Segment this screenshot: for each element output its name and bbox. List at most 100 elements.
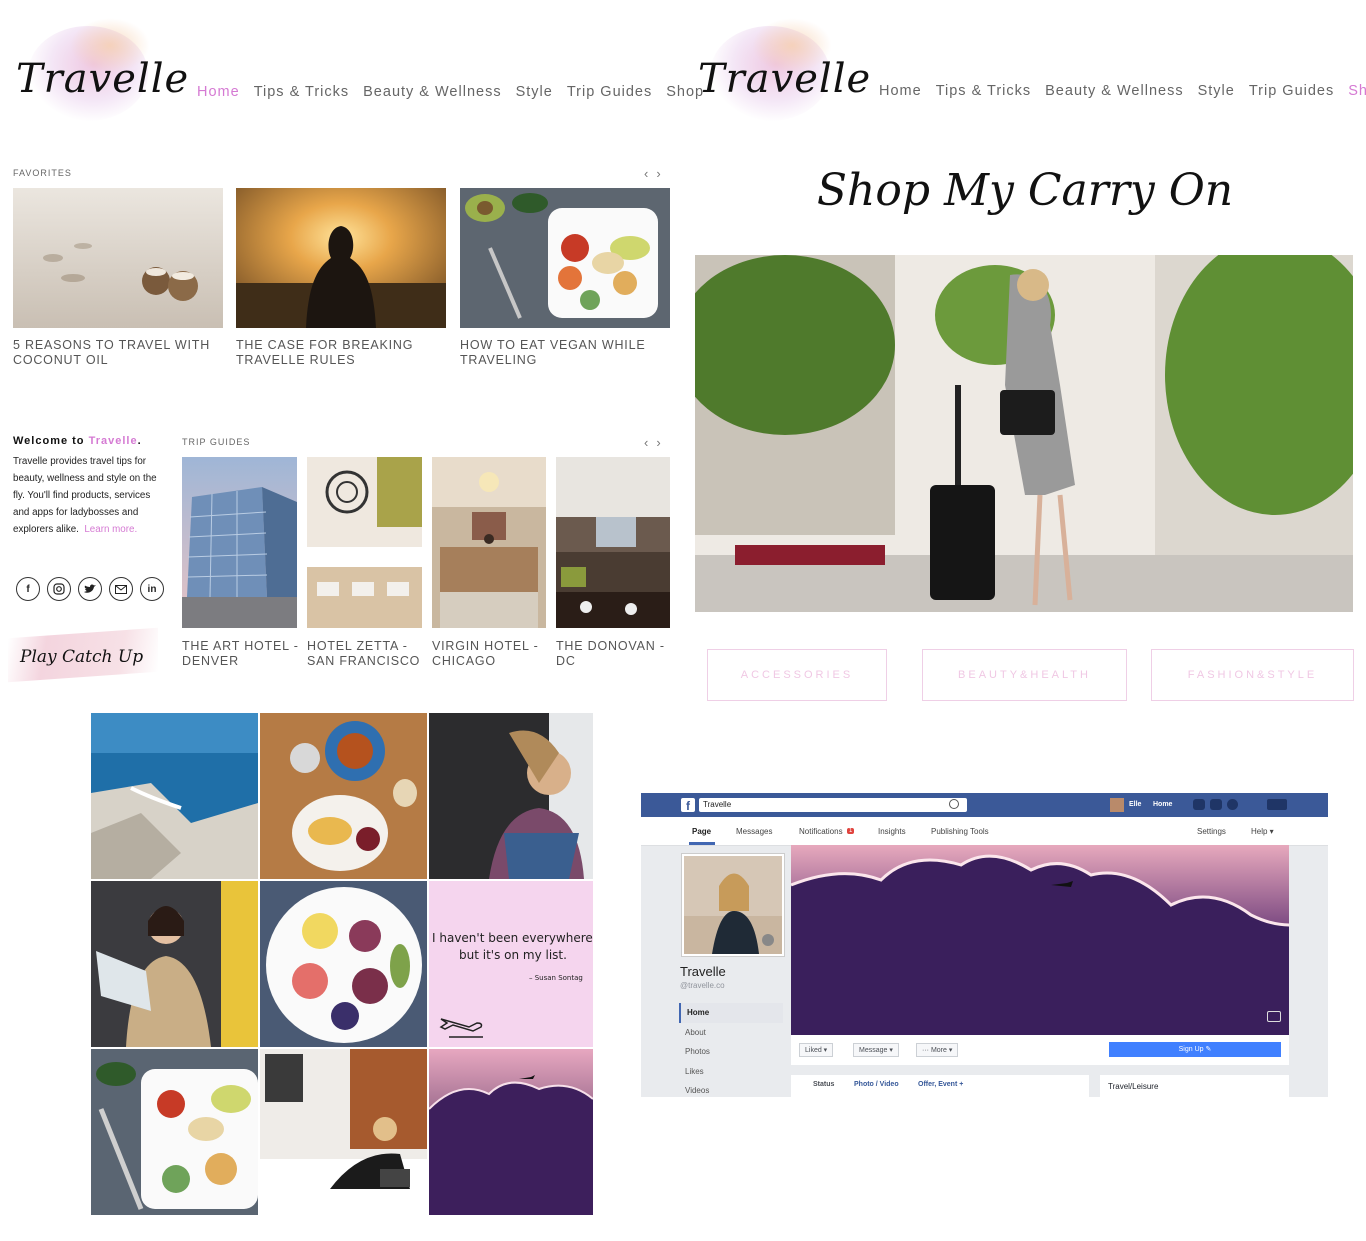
account-menu-icon[interactable]: [1267, 799, 1287, 810]
linkedin-icon[interactable]: in: [140, 577, 164, 601]
facebook-logo-icon[interactable]: f: [681, 798, 695, 813]
trip-guide-image-art-hotel[interactable]: [182, 457, 297, 628]
grid-photo-woman-window[interactable]: [429, 713, 593, 879]
trip-guide-caption[interactable]: VIRGIN HOTEL - CHICAGO: [432, 639, 552, 669]
facebook-search-input[interactable]: Travelle: [699, 798, 967, 812]
twitter-icon[interactable]: [78, 577, 102, 601]
trip-guide-image-virgin[interactable]: [432, 457, 546, 628]
camera-icon[interactable]: [1267, 1011, 1281, 1022]
composer-bar: Status Photo / Video Offer, Event +: [791, 1075, 1089, 1097]
grid-photo-coast[interactable]: [91, 713, 258, 879]
tab-page[interactable]: Page: [692, 827, 711, 836]
nav-style[interactable]: Style: [1198, 83, 1235, 99]
welcome-text: Travelle provides travel tips for beauty…: [13, 453, 163, 538]
category-beauty-health-button[interactable]: BEAUTY&HEALTH: [922, 649, 1127, 701]
about-card: Travel/Leisure: [1100, 1075, 1289, 1097]
favorite-caption[interactable]: HOW TO EAT VEGAN WHILE TRAVELING: [460, 338, 670, 368]
menu-about[interactable]: About: [679, 1023, 783, 1043]
prev-arrow-icon[interactable]: ‹: [644, 435, 656, 450]
grid-photo-taxi-reader[interactable]: [91, 881, 258, 1047]
play-catch-up-banner[interactable]: Play Catch Up: [8, 625, 163, 685]
message-button[interactable]: Message ▾: [853, 1043, 899, 1057]
logo-text: Travelle: [16, 56, 190, 102]
grid-photo-fruit-plate[interactable]: [260, 881, 427, 1047]
trip-guide-caption[interactable]: THE ART HOTEL - DENVER: [182, 639, 302, 669]
next-arrow-icon[interactable]: ›: [656, 166, 668, 181]
home-link[interactable]: Home: [1153, 801, 1172, 808]
trip-guide-image-donovan[interactable]: [556, 457, 670, 628]
globe-icon[interactable]: [1227, 799, 1238, 810]
search-icon[interactable]: [949, 799, 959, 809]
category-accessories-button[interactable]: ACCESSORIES: [707, 649, 887, 701]
tab-messages[interactable]: Messages: [736, 827, 772, 836]
photo-video-tab[interactable]: Photo / Video: [854, 1081, 899, 1088]
favorite-image-sunset[interactable]: [236, 188, 446, 328]
trip-guide-image-zetta[interactable]: [307, 457, 422, 628]
tab-insights[interactable]: Insights: [878, 827, 906, 836]
user-name-link[interactable]: Elle: [1129, 801, 1141, 808]
favorite-caption[interactable]: 5 REASONS TO TRAVEL WITH COCONUT OIL: [13, 338, 223, 368]
messages-icon[interactable]: [1210, 799, 1222, 810]
learn-more-link[interactable]: Learn more.: [84, 524, 137, 535]
nav-trip-guides[interactable]: Trip Guides: [1249, 83, 1334, 99]
offer-event-tab[interactable]: Offer, Event +: [918, 1081, 963, 1088]
mail-icon[interactable]: [109, 577, 133, 601]
instagram-icon[interactable]: [47, 577, 71, 601]
grid-quote-card[interactable]: I haven't been everywhere but it's on my…: [429, 881, 593, 1047]
nav-beauty-wellness[interactable]: Beauty & Wellness: [1045, 83, 1183, 99]
clouds-photo: [429, 1049, 593, 1215]
nav-beauty-wellness[interactable]: Beauty & Wellness: [363, 84, 501, 100]
menu-videos[interactable]: Videos: [679, 1081, 783, 1097]
nav-tips-tricks[interactable]: Tips & Tricks: [936, 83, 1031, 99]
social-icons: f in: [16, 577, 164, 601]
tab-publishing-tools[interactable]: Publishing Tools: [931, 827, 989, 836]
prev-arrow-icon[interactable]: ‹: [644, 166, 656, 181]
main-nav: Home Tips & Tricks Beauty & Wellness Sty…: [879, 83, 1366, 99]
nav-trip-guides[interactable]: Trip Guides: [567, 84, 652, 100]
trip-guide-caption[interactable]: HOTEL ZETTA - SAN FRANCISCO: [307, 639, 427, 669]
friends-icon[interactable]: [1193, 799, 1205, 810]
cover-photo[interactable]: [790, 845, 1290, 1035]
favorite-caption[interactable]: THE CASE FOR BREAKING TRAVELLE RULES: [236, 338, 446, 368]
virgin-hotel-photo: [432, 457, 546, 628]
status-tab[interactable]: Status: [813, 1081, 834, 1088]
tab-notifications[interactable]: Notifications: [799, 827, 843, 836]
profile-picture[interactable]: [681, 853, 785, 957]
carry-on-photo: [695, 255, 1353, 612]
favorite-image-vegan[interactable]: [460, 188, 670, 328]
site-logo[interactable]: Travelle: [10, 18, 188, 128]
welcome-heading: Welcome to Travelle.: [13, 435, 142, 447]
more-button[interactable]: ··· More ▾: [916, 1043, 959, 1057]
grid-photo-tea-breakfast[interactable]: [260, 713, 427, 879]
nav-shop[interactable]: Shop: [1348, 83, 1366, 99]
facebook-page-nav: Page Messages Notifications 1 Insights P…: [641, 817, 1328, 846]
next-arrow-icon[interactable]: ›: [656, 435, 668, 450]
facebook-icon[interactable]: f: [16, 577, 40, 601]
category-text: Travel/Leisure: [1108, 1082, 1159, 1091]
menu-likes[interactable]: Likes: [679, 1062, 783, 1082]
grid-photo-clouds[interactable]: [429, 1049, 593, 1215]
category-fashion-style-button[interactable]: FASHION&STYLE: [1151, 649, 1354, 701]
favorites-arrows: ‹›: [644, 166, 669, 181]
nav-tips-tricks[interactable]: Tips & Tricks: [254, 84, 349, 100]
grid-photo-hotel-bed[interactable]: [260, 1049, 427, 1215]
instagram-glyph: [53, 583, 65, 595]
tab-settings[interactable]: Settings: [1197, 827, 1226, 836]
sign-up-button[interactable]: Sign Up ✎: [1109, 1042, 1281, 1057]
avatar[interactable]: [1110, 798, 1124, 812]
trip-guide-caption[interactable]: THE DONOVAN - DC: [556, 639, 671, 669]
nav-style[interactable]: Style: [516, 84, 553, 100]
nav-home[interactable]: Home: [879, 83, 922, 99]
welcome-prefix: Welcome to: [13, 435, 89, 447]
menu-photos[interactable]: Photos: [679, 1042, 783, 1062]
grid-photo-vegan-bowl[interactable]: [91, 1049, 258, 1215]
tab-help[interactable]: Help ▾: [1251, 827, 1274, 836]
menu-home[interactable]: Home: [679, 1003, 783, 1023]
site-logo[interactable]: Travelle: [692, 18, 870, 128]
liked-button[interactable]: Liked ▾: [799, 1043, 834, 1057]
notifications-badge: 1: [847, 828, 855, 834]
nav-home[interactable]: Home: [197, 84, 240, 100]
favorite-image-coconut[interactable]: [13, 188, 223, 328]
hotel-zetta-photo: [307, 457, 422, 628]
page-name: Travelle: [680, 964, 726, 979]
